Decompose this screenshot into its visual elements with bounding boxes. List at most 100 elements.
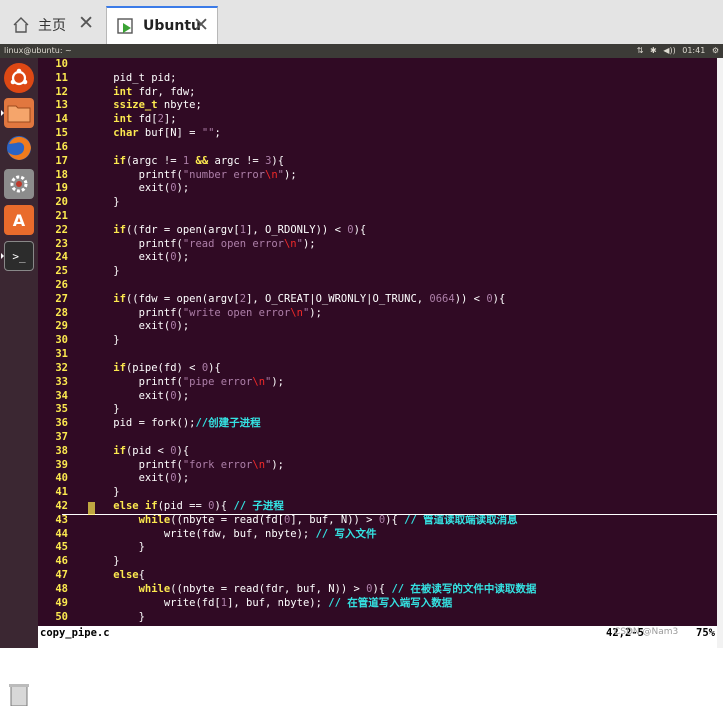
code-token: exit( bbox=[88, 389, 171, 402]
code-token: write(fdw, buf, nbyte); bbox=[88, 527, 316, 540]
code-token: else if bbox=[113, 500, 158, 512]
code-line[interactable]: 50 } bbox=[38, 611, 717, 625]
system-settings-icon[interactable] bbox=[4, 169, 34, 199]
code-token: ((nbyte = read(fdr, buf, N)) > bbox=[170, 582, 367, 595]
code-line[interactable]: 20 } bbox=[38, 196, 717, 210]
files-icon[interactable] bbox=[4, 98, 34, 128]
code-line[interactable]: 21 bbox=[38, 210, 717, 224]
code-line[interactable]: 39 printf("fork error\n"); bbox=[38, 459, 717, 473]
code-line[interactable]: 23 printf("read open error\n"); bbox=[38, 238, 717, 252]
code-line[interactable]: 11 pid_t pid; bbox=[38, 72, 717, 86]
line-number: 24 bbox=[55, 251, 68, 264]
line-number: 37 bbox=[55, 430, 68, 443]
code-line[interactable]: 16 bbox=[38, 141, 717, 155]
code-line[interactable]: 28 printf("write open error\n"); bbox=[38, 307, 717, 321]
code-line[interactable]: 17 if(argc != 1 && argc != 3){ bbox=[38, 155, 717, 169]
line-number: 50 bbox=[55, 610, 68, 623]
line-number: 34 bbox=[55, 389, 68, 402]
code-token: pid = fork(); bbox=[88, 417, 196, 430]
code-line[interactable]: 48 while((nbyte = read(fdr, buf, N)) > 0… bbox=[38, 583, 717, 597]
code-token: if bbox=[113, 154, 126, 167]
line-number: 35 bbox=[55, 403, 68, 416]
code-line[interactable]: 25 } bbox=[38, 265, 717, 279]
code-line[interactable]: 13 ssize_t nbyte; bbox=[38, 99, 717, 113]
code-line[interactable]: 49 write(fd[1], buf, nbyte); // 在管道写入端写入… bbox=[38, 597, 717, 611]
code-line[interactable]: 36 pid = fork();//创建子进程 bbox=[38, 417, 717, 431]
firefox-icon[interactable] bbox=[4, 133, 34, 163]
close-icon[interactable]: ✕ bbox=[78, 13, 94, 33]
code-line[interactable]: 38 if(pid < 0){ bbox=[38, 445, 717, 459]
code-line[interactable]: 32 if(pipe(fd) < 0){ bbox=[38, 362, 717, 376]
vim-editor[interactable]: 10 11 pid_t pid; 12 int fdr, fdw; 13 ssize_… bbox=[38, 58, 717, 626]
code-line[interactable]: 33 printf("pipe error\n"); bbox=[38, 376, 717, 390]
code-token: printf( bbox=[88, 375, 183, 388]
code-token: ((fdr = open(argv[ bbox=[125, 223, 240, 236]
code-token: } bbox=[88, 541, 145, 554]
code-line[interactable]: 27 if((fdw = open(argv[2], O_CREAT|O_WRO… bbox=[38, 293, 717, 307]
code-line[interactable]: 30 } bbox=[38, 334, 717, 348]
code-token: pid_t pid; bbox=[88, 71, 177, 84]
ubuntu-logo-icon[interactable] bbox=[4, 63, 34, 93]
code-token: ); bbox=[176, 389, 190, 402]
tab-ubuntu[interactable]: Ubuntu ✕ bbox=[106, 6, 218, 44]
status-scroll-percent: 75% bbox=[696, 627, 715, 639]
code-line[interactable]: 19 exit(0); bbox=[38, 182, 717, 196]
code-token: (pid == bbox=[157, 500, 209, 512]
line-number: 13 bbox=[55, 99, 68, 112]
code-line[interactable]: 45 } bbox=[38, 541, 717, 555]
code-line[interactable]: 43 while((nbyte = read(fd[0], buf, N)) >… bbox=[38, 514, 717, 528]
ubuntu-top-panel: linux@ubuntu: ~ ⇅ ✱ ◀)) 01:41 ⚙ bbox=[0, 44, 723, 58]
system-indicators[interactable]: ⇅ ✱ ◀)) 01:41 ⚙ bbox=[637, 44, 719, 58]
line-number: 12 bbox=[55, 85, 68, 98]
code-line[interactable]: 47 else{ bbox=[38, 569, 717, 583]
code-line[interactable]: 42 else if(pid == 0){ // 子进程 bbox=[38, 500, 717, 514]
code-line[interactable]: 44 write(fdw, buf, nbyte); // 写入文件 bbox=[38, 528, 717, 542]
code-token: while bbox=[138, 513, 171, 526]
code-line[interactable]: 22 if((fdr = open(argv[1], O_RDONLY)) < … bbox=[38, 224, 717, 238]
software-center-icon[interactable]: A bbox=[4, 205, 34, 235]
code-line[interactable]: 10 bbox=[38, 58, 717, 72]
code-token: // 在管道写入端写入数据 bbox=[328, 596, 453, 609]
code-line[interactable]: 15 char buf[N] = ""; bbox=[38, 127, 717, 141]
code-line[interactable]: 37 bbox=[38, 431, 717, 445]
code-token: printf( bbox=[88, 458, 183, 471]
code-token: "write open error bbox=[182, 306, 291, 319]
code-line[interactable]: 24 exit(0); bbox=[38, 251, 717, 265]
code-line[interactable]: 14 int fd[2]; bbox=[38, 113, 717, 127]
code-token: printf( bbox=[88, 237, 183, 250]
code-line[interactable]: 41 } bbox=[38, 486, 717, 500]
code-token: ((fdw = open(argv[ bbox=[125, 292, 240, 305]
line-number: 45 bbox=[55, 541, 68, 554]
code-token: // 管道读取端读取消息 bbox=[404, 513, 518, 526]
code-line[interactable]: 29 exit(0); bbox=[38, 320, 717, 334]
code-token: int bbox=[113, 85, 133, 98]
code-line[interactable]: 34 exit(0); bbox=[38, 390, 717, 404]
code-token: } bbox=[88, 555, 120, 568]
terminal-icon[interactable]: >_ bbox=[4, 241, 34, 271]
code-token: 0664 bbox=[429, 292, 455, 305]
code-line[interactable]: 12 int fdr, fdw; bbox=[38, 86, 717, 100]
code-line[interactable]: 40 exit(0); bbox=[38, 472, 717, 486]
code-line[interactable]: 31 bbox=[38, 348, 717, 362]
window-title: linux@ubuntu: ~ bbox=[4, 46, 72, 55]
code-token: && bbox=[195, 154, 209, 167]
code-area[interactable]: 10 11 pid_t pid; 12 int fdr, fdw; 13 ssize_… bbox=[38, 58, 717, 624]
code-line[interactable]: 18 printf("number error\n"); bbox=[38, 169, 717, 183]
code-line[interactable]: 26 bbox=[38, 279, 717, 293]
line-number: 46 bbox=[55, 555, 68, 568]
close-icon[interactable]: ✕ bbox=[193, 15, 209, 35]
line-number: 17 bbox=[55, 154, 68, 167]
code-token: nbyte; bbox=[157, 99, 202, 112]
tab-home[interactable]: 主页 ✕ bbox=[2, 6, 102, 44]
status-filename: copy_pipe.c bbox=[40, 627, 110, 639]
code-token: ], O_CREAT|O_WRONLY|O_TRUNC, bbox=[246, 292, 430, 305]
code-line[interactable]: 35 } bbox=[38, 403, 717, 417]
code-token: } bbox=[88, 196, 120, 209]
trash-icon[interactable] bbox=[6, 682, 32, 707]
code-token: //创建子进程 bbox=[195, 417, 261, 430]
running-indicator bbox=[1, 253, 4, 259]
code-line[interactable]: 46 } bbox=[38, 555, 717, 569]
